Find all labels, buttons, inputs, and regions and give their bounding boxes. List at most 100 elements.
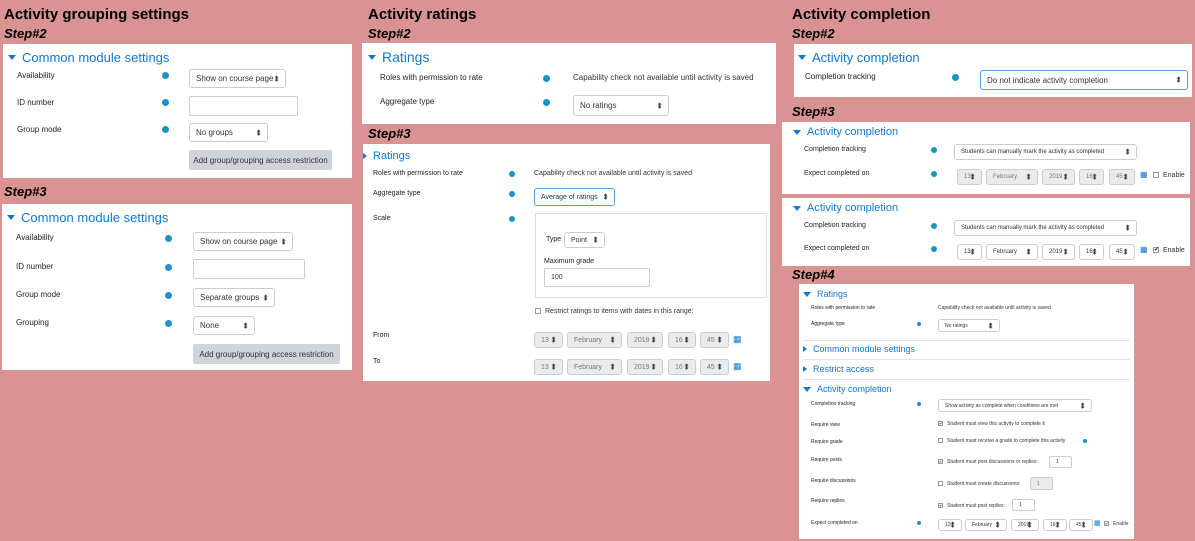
section-title[interactable]: Ratings xyxy=(368,49,429,65)
enable-checkbox[interactable]: ✔ Enable xyxy=(1153,247,1185,254)
help-icon[interactable] xyxy=(162,126,169,133)
to-day-select[interactable]: 13 xyxy=(534,359,563,375)
expect-day-select[interactable]: 13 xyxy=(957,244,982,260)
step-label: Step#3 xyxy=(4,184,47,199)
aggregate-select[interactable]: No ratings xyxy=(938,319,1000,332)
completion-tracking-select[interactable]: Do not indicate activity completion xyxy=(980,70,1188,90)
availability-select[interactable]: Show on course page xyxy=(189,69,286,88)
to-minute-select[interactable]: 45 xyxy=(700,359,729,375)
help-icon[interactable] xyxy=(931,147,937,153)
help-icon[interactable] xyxy=(509,171,515,177)
expect-hour-select[interactable]: 16 xyxy=(1079,169,1104,185)
to-year-select[interactable]: 2019 xyxy=(627,359,663,375)
help-icon[interactable] xyxy=(165,235,172,242)
completion-tracking-select[interactable]: Students can manually mark the activity … xyxy=(954,144,1137,160)
expect-month-select[interactable]: February xyxy=(986,169,1038,185)
expect-minute-select[interactable]: 45 xyxy=(1109,244,1135,260)
section-title-label: Activity completion xyxy=(807,126,899,138)
require-view-checkbox[interactable]: ✔ Student must view this activity to comp… xyxy=(938,421,1045,427)
expect-year-select[interactable]: 2019 xyxy=(1011,519,1039,531)
restrict-dates-checkbox[interactable]: Restrict ratings to items with dates in … xyxy=(535,308,694,315)
require-discussions-checkbox[interactable]: Student must create discussions: xyxy=(938,481,1020,487)
id-number-input[interactable] xyxy=(189,96,298,116)
from-month-select[interactable]: February xyxy=(567,332,622,348)
expect-completed-label: Expect completed on xyxy=(811,520,858,526)
calendar-icon[interactable]: ▦ xyxy=(733,361,742,372)
help-icon[interactable] xyxy=(165,292,172,299)
section-title[interactable]: Ratings xyxy=(803,289,848,299)
expect-day-select[interactable]: 13 xyxy=(938,519,962,531)
discussions-count-input[interactable]: 1 xyxy=(1030,477,1053,490)
require-grade-checkbox[interactable]: Student must receive a grade to complete… xyxy=(938,438,1065,444)
completion-tracking-select[interactable]: Students can manually mark the activity … xyxy=(954,220,1137,236)
help-icon[interactable] xyxy=(931,171,937,177)
max-grade-input[interactable]: 100 xyxy=(544,268,650,287)
help-icon[interactable] xyxy=(931,246,937,252)
help-icon[interactable] xyxy=(917,402,921,406)
help-icon[interactable] xyxy=(917,521,921,525)
from-minute-select[interactable]: 45 xyxy=(700,332,729,348)
calendar-icon[interactable]: ▦ xyxy=(1140,245,1148,254)
expect-minute-select[interactable]: 45 xyxy=(1069,519,1093,531)
posts-count-input[interactable]: 1 xyxy=(1049,456,1072,468)
help-icon[interactable] xyxy=(952,74,959,81)
scale-label: Scale xyxy=(373,215,391,222)
section-title[interactable]: Restrict access xyxy=(803,364,874,374)
expect-minute-select[interactable]: 45 xyxy=(1109,169,1135,185)
help-icon[interactable] xyxy=(165,264,172,271)
expect-hour-select[interactable]: 16 xyxy=(1079,244,1104,260)
from-hour-select[interactable]: 16 xyxy=(668,332,696,348)
section-title[interactable]: Common module settings xyxy=(8,50,169,65)
calendar-icon[interactable]: ▦ xyxy=(1094,519,1101,527)
roles-label: Roles with permission to rate xyxy=(811,305,876,311)
expect-hour-select[interactable]: 16 xyxy=(1043,519,1067,531)
section-title[interactable]: Activity completion xyxy=(798,50,920,65)
enable-label: Enable xyxy=(1163,247,1185,254)
help-icon[interactable] xyxy=(917,322,921,326)
aggregate-select[interactable]: No ratings xyxy=(573,95,669,116)
expect-month-select[interactable]: February xyxy=(965,519,1007,531)
section-title[interactable]: Common module settings xyxy=(7,210,168,225)
completion-tracking-select[interactable]: Show activity as complete when condition… xyxy=(938,399,1092,412)
collapse-icon xyxy=(793,129,801,135)
enable-checkbox[interactable]: ✔ Enable xyxy=(1104,521,1129,527)
grouping-select[interactable]: None xyxy=(193,316,255,335)
enable-checkbox[interactable]: Enable xyxy=(1153,172,1185,179)
collapse-icon xyxy=(803,386,811,392)
expect-year-select[interactable]: 2019 xyxy=(1042,244,1075,260)
require-replies-checkbox[interactable]: ✔ Student must post replies: xyxy=(938,503,1005,509)
help-icon[interactable] xyxy=(509,191,515,197)
expect-day-select[interactable]: 13 xyxy=(957,169,982,185)
group-mode-select[interactable]: Separate groups xyxy=(193,288,275,307)
help-icon[interactable] xyxy=(162,99,169,106)
id-number-input[interactable] xyxy=(193,259,305,279)
aggregate-select[interactable]: Average of ratings xyxy=(534,188,615,206)
replies-count-input[interactable]: 1 xyxy=(1012,499,1035,511)
expect-year-select[interactable]: 2019 xyxy=(1042,169,1075,185)
section-title[interactable]: Common module settings xyxy=(803,344,915,354)
help-icon[interactable] xyxy=(543,75,550,82)
section-title[interactable]: Ratings xyxy=(363,150,410,162)
section-title[interactable]: Activity completion xyxy=(793,202,898,214)
group-mode-select[interactable]: No groups xyxy=(189,123,268,142)
section-title[interactable]: Activity completion xyxy=(793,126,898,138)
help-icon[interactable] xyxy=(165,320,172,327)
section-title[interactable]: Activity completion xyxy=(803,384,892,394)
calendar-icon[interactable]: ▦ xyxy=(1140,170,1148,179)
require-posts-checkbox[interactable]: ✔ Student must post discussions or replie… xyxy=(938,459,1038,465)
scale-type-select[interactable]: Point xyxy=(564,232,605,248)
help-icon[interactable] xyxy=(931,223,937,229)
expect-month-select[interactable]: February xyxy=(986,244,1038,260)
help-icon[interactable] xyxy=(162,72,169,79)
to-month-select[interactable]: February xyxy=(567,359,622,375)
to-hour-select[interactable]: 16 xyxy=(668,359,696,375)
help-icon[interactable] xyxy=(543,99,550,106)
from-year-select[interactable]: 2019 xyxy=(627,332,663,348)
availability-select[interactable]: Show on course page xyxy=(193,232,293,251)
add-restriction-button[interactable]: Add group/grouping access restriction xyxy=(193,344,340,364)
help-icon[interactable] xyxy=(1083,439,1087,443)
add-restriction-button[interactable]: Add group/grouping access restriction xyxy=(189,150,332,170)
help-icon[interactable] xyxy=(509,216,515,222)
from-day-select[interactable]: 13 xyxy=(534,332,563,348)
calendar-icon[interactable]: ▦ xyxy=(733,334,742,345)
